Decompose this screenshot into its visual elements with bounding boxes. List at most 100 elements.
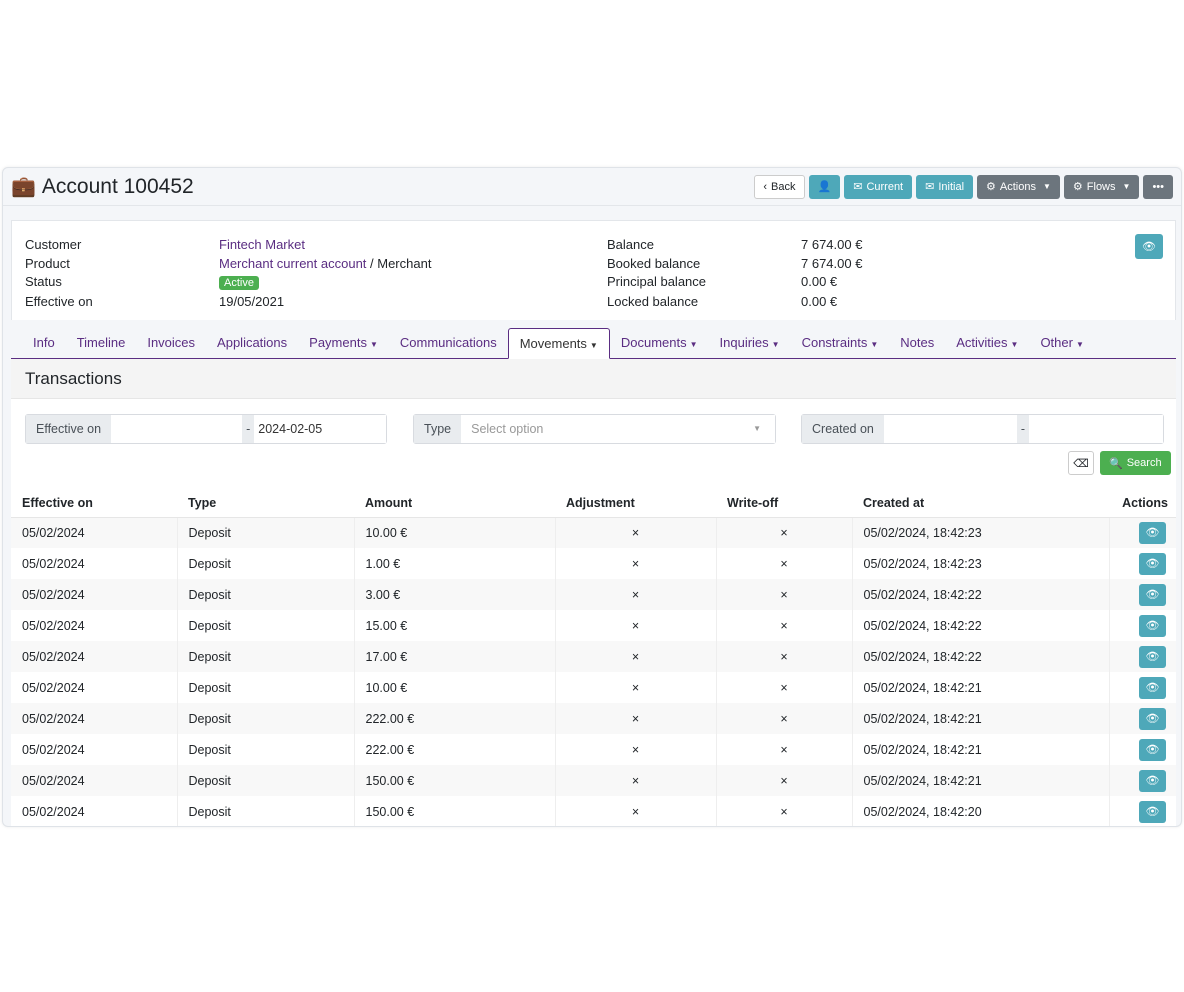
status-badge: Active — [219, 276, 259, 290]
view-transaction-button[interactable]: 👁 — [1139, 707, 1166, 730]
type-select[interactable]: Select option ▼ — [461, 415, 775, 443]
user-icon: 👤 — [817, 181, 832, 193]
clear-filters-button[interactable]: ⌫ — [1068, 451, 1094, 475]
caret-down-icon: ▼ — [1042, 182, 1051, 191]
detail-label: Customer — [25, 237, 82, 252]
eraser-icon: ⌫ — [1073, 457, 1089, 470]
view-transaction-button[interactable]: 👁 — [1139, 521, 1166, 544]
product-link[interactable]: Merchant current account — [219, 256, 366, 271]
tab-constraints[interactable]: Constraints ▼ — [791, 328, 890, 358]
column-header[interactable]: Effective on — [11, 489, 177, 518]
back-button[interactable]: ‹ Back — [754, 174, 805, 199]
tab-timeline[interactable]: Timeline — [66, 328, 137, 358]
table-cell: × — [715, 517, 852, 548]
tab-invoices[interactable]: Invoices — [136, 328, 206, 358]
tab-movements[interactable]: Movements ▼ — [507, 328, 610, 359]
section-title: Transactions — [11, 359, 1176, 399]
detail-value: 0.00 € — [801, 293, 838, 309]
view-transaction-button[interactable]: 👁 — [1139, 583, 1166, 606]
tab-applications[interactable]: Applications — [206, 328, 298, 358]
actions-dropdown[interactable]: ⚙ Actions ▼ — [977, 174, 1060, 199]
table-row: 05/02/2024 Deposit 222.00 € × × 05/02/2024, 1… — [11, 703, 1176, 734]
search-button[interactable]: 🔍 Search — [1100, 451, 1171, 475]
account-card: 💼 Account 100452 ‹ Back 👤 ✉ Current ✉ Initi… — [2, 167, 1182, 827]
view-details-button[interactable]: 👁 — [1135, 234, 1163, 259]
column-header[interactable]: Amount — [354, 489, 555, 518]
created-from-input[interactable] — [883, 415, 1017, 443]
tab-notes[interactable]: Notes — [889, 328, 945, 358]
tab-inquiries[interactable]: Inquiries ▼ — [709, 328, 791, 358]
effective-from-input[interactable] — [111, 415, 243, 443]
page-title: Account 100452 — [41, 174, 194, 198]
caret-down-icon: ▼ — [771, 340, 780, 349]
table-cell: 150.00 € — [353, 796, 555, 826]
table-cell: 05/02/2024 — [22, 680, 85, 695]
eye-icon: 👁 — [1145, 806, 1160, 818]
eye-icon: 👁 — [1145, 527, 1160, 540]
view-transaction-button[interactable]: 👁 — [1139, 769, 1166, 792]
table-cell: × — [715, 548, 852, 579]
table-cell: Deposit — [176, 641, 354, 672]
table-cell: Deposit — [176, 579, 354, 610]
view-transaction-button[interactable]: 👁 — [1139, 552, 1166, 575]
tab-activities[interactable]: Activities ▼ — [945, 328, 1029, 358]
tab-payments[interactable]: Payments ▼ — [298, 328, 389, 358]
ellipsis-icon: ••• — [1152, 180, 1164, 193]
table-row: 05/02/2024 Deposit 15.00 € × × 05/02/2024, 18… — [11, 610, 1176, 641]
caret-down-icon: ▼ — [1075, 340, 1084, 349]
created-on-filter: Created on - — [801, 414, 1164, 444]
column-header[interactable]: Actions — [1109, 489, 1176, 518]
eye-icon: 👁 — [1145, 682, 1160, 694]
caret-down-icon: ▼ — [589, 341, 598, 350]
briefcase-clock-icon: 💼 — [11, 176, 36, 198]
detail-label: Status — [25, 274, 62, 289]
view-transaction-button[interactable]: 👁 — [1139, 800, 1166, 823]
table-cell: 222.00 € — [353, 734, 555, 765]
flows-dropdown[interactable]: ⚙ Flows ▼ — [1063, 174, 1140, 199]
view-transaction-button[interactable]: 👁 — [1139, 676, 1166, 699]
eye-icon: 👁 — [1145, 713, 1160, 725]
column-header[interactable]: Adjustment — [555, 489, 716, 518]
table-row: 05/02/2024 Deposit 10.00 € × × 05/02/2024, 18… — [11, 672, 1176, 703]
table-row: 05/02/2024 Deposit 10.00 € × × 05/02/2024, 18… — [11, 517, 1176, 548]
table-cell: 05/02/2024 — [11, 517, 177, 548]
initial-button[interactable]: ✉ Initial — [916, 174, 974, 199]
table-cell: 05/02/2024, 18:42:23 — [851, 517, 1109, 548]
detail-value: 0.00 € — [801, 274, 838, 289]
table-cell: 05/02/2024 — [22, 556, 85, 571]
tab-info[interactable]: Info — [22, 328, 66, 358]
cogs-icon: ⚙ — [1072, 181, 1083, 193]
column-header[interactable]: Write-off — [716, 489, 852, 518]
table-cell: 05/02/2024, 18:42:21 — [851, 703, 1109, 734]
table-cell: × — [554, 579, 716, 610]
table-cell: 05/02/2024, 18:42:21 — [851, 765, 1109, 796]
eye-icon: 👁 — [1145, 651, 1160, 663]
tab-communications[interactable]: Communications — [389, 328, 508, 358]
table-cell: × — [715, 672, 852, 703]
table-row: 05/02/2024 Deposit 150.00 € × × 05/02/2024, 1… — [11, 796, 1176, 826]
column-header[interactable]: Created at — [852, 489, 1109, 518]
caret-down-icon: ▼ — [1122, 182, 1131, 191]
table-cell: 05/02/2024, 18:42:23 — [851, 548, 1109, 579]
table-cell: 150.00 € — [353, 765, 555, 796]
customer-link[interactable]: Fintech Market — [219, 237, 305, 252]
tab-other[interactable]: Other ▼ — [1029, 328, 1094, 358]
current-button[interactable]: ✉ Current — [844, 174, 913, 199]
view-transaction-button[interactable]: 👁 — [1139, 614, 1166, 637]
search-icon: 🔍 — [1109, 457, 1123, 470]
more-button[interactable]: ••• — [1143, 174, 1173, 199]
customer-button[interactable]: 👤 — [808, 174, 841, 199]
created-to-input[interactable] — [1029, 415, 1163, 443]
detail-value: 19/05/2021 — [219, 293, 285, 309]
table-cell: Deposit — [176, 796, 354, 826]
table-cell: Deposit — [176, 672, 354, 703]
tab-documents[interactable]: Documents ▼ — [610, 328, 709, 358]
detail-label: Balance — [607, 237, 654, 252]
view-transaction-button[interactable]: 👁 — [1139, 738, 1166, 761]
effective-to-input[interactable]: 2024-02-05 — [254, 415, 386, 443]
column-header[interactable]: Type — [177, 489, 354, 518]
view-transaction-button[interactable]: 👁 — [1139, 645, 1166, 668]
caret-down-icon: ▼ — [689, 340, 698, 349]
caret-down-icon: ▼ — [753, 424, 761, 433]
table-row: 05/02/2024 Deposit 17.00 € × × 05/02/2024, 18… — [11, 641, 1176, 672]
